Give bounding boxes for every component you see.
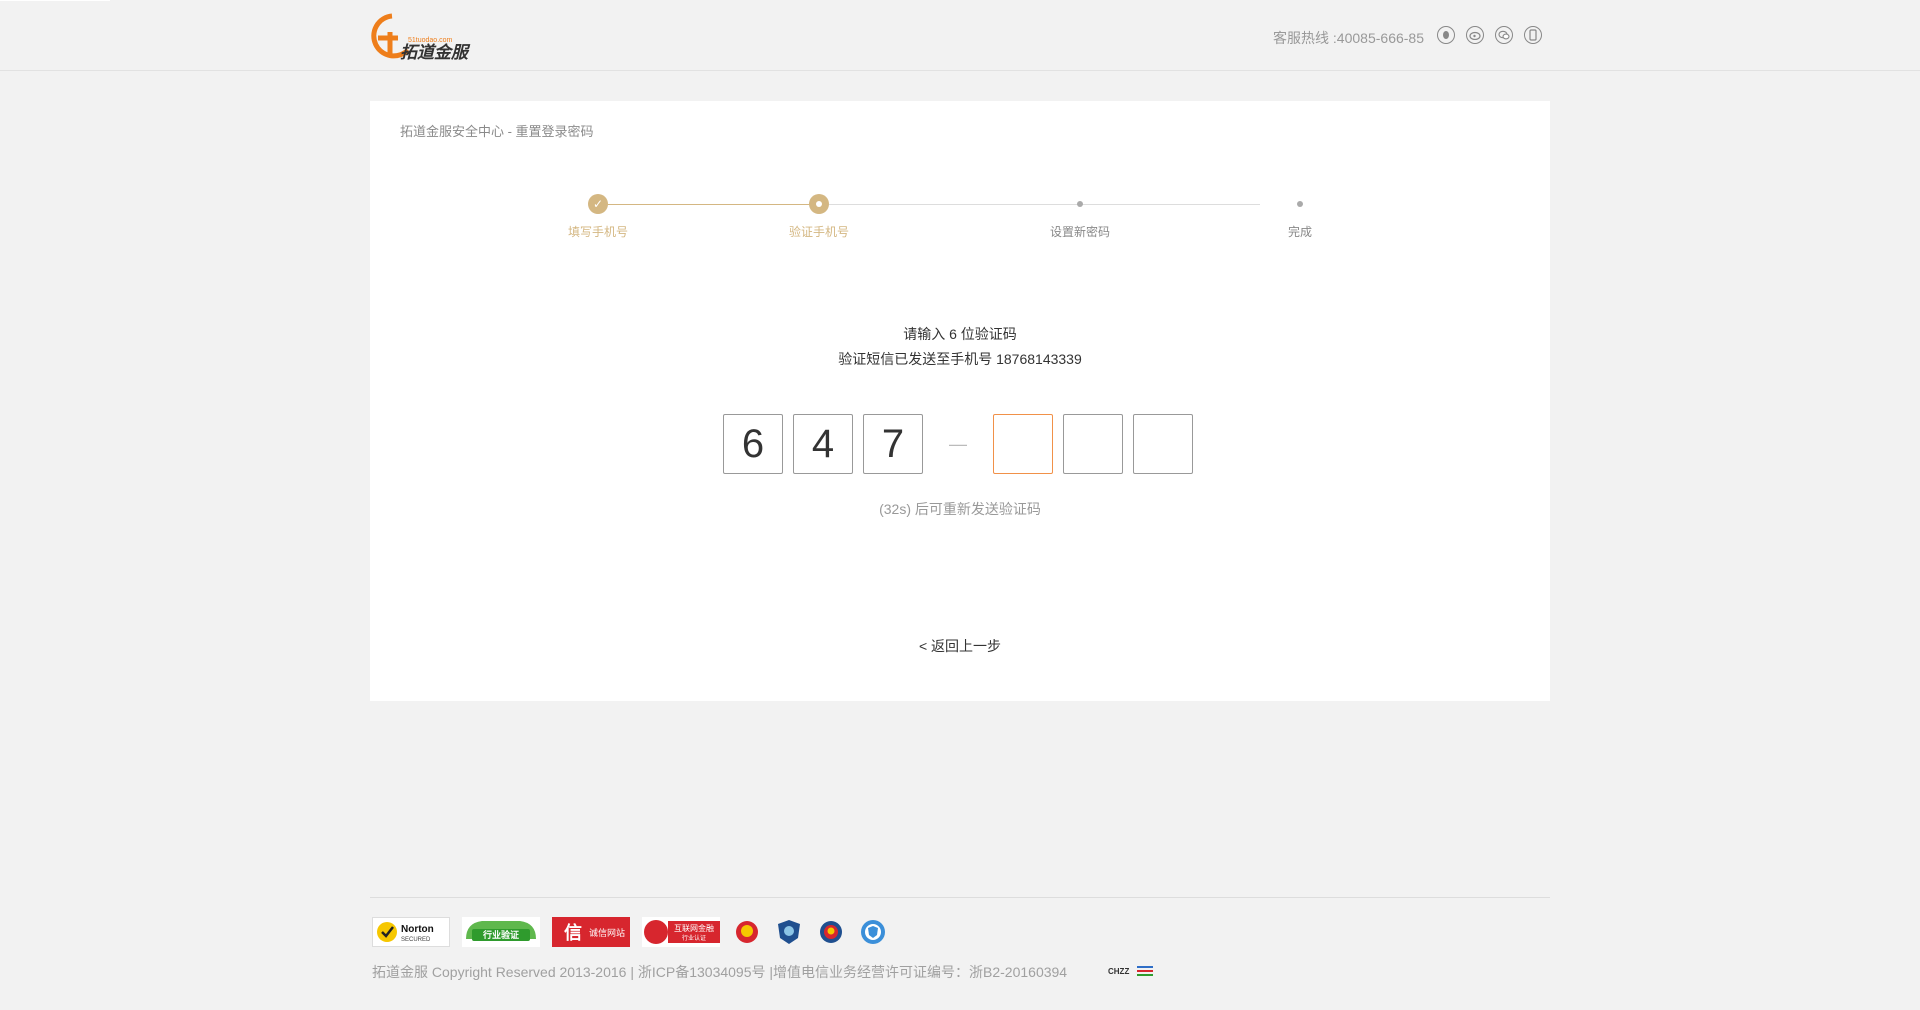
code-digit-4[interactable] <box>993 414 1053 474</box>
svg-text:互联网金融: 互联网金融 <box>674 923 714 933</box>
svg-text:行业认证: 行业认证 <box>682 934 706 942</box>
police-badge-1[interactable] <box>732 917 762 947</box>
step-active-dot-icon <box>809 194 829 214</box>
step-label-4: 完成 <box>1287 225 1313 239</box>
code-digit-1[interactable]: 6 <box>723 414 783 474</box>
industry-verify-badge[interactable]: 行业验证 <box>462 917 540 947</box>
credit-site-badge[interactable]: 信 诚信网站 <box>552 917 630 947</box>
code-digit-3[interactable]: 7 <box>863 414 923 474</box>
step-label-1: 填写手机号 <box>567 225 629 239</box>
top-progress-line <box>0 0 110 1</box>
code-prompt: 请输入 6 位验证码 <box>903 326 1017 342</box>
step-track-done <box>598 204 819 205</box>
shield-badge[interactable] <box>774 917 804 947</box>
reset-password-card: 拓道金服安全中心 - 重置登录密码 ✓ 填写手机号 验证手机号 设置新密码 完成… <box>370 101 1550 701</box>
code-digit-5[interactable] <box>1063 414 1123 474</box>
logo-mark-icon: 51tuodao.com 拓道金服 <box>371 13 471 63</box>
copyright: 拓道金服 Copyright Reserved 2013-2016 | 浙ICP… <box>372 964 1068 980</box>
footer-divider <box>370 897 1550 898</box>
step-track-todo <box>819 204 1260 205</box>
step-label-2: 验证手机号 <box>788 225 850 239</box>
social-links <box>1437 26 1542 44</box>
flag-icon[interactable] <box>1137 966 1154 976</box>
svg-text:拓道金服: 拓道金服 <box>400 43 471 63</box>
mobile-icon[interactable] <box>1524 26 1542 44</box>
wechat-icon[interactable] <box>1495 26 1513 44</box>
footer-tiny-logos: CHZZ <box>1108 966 1154 976</box>
progress-steps: ✓ 填写手机号 验证手机号 设置新密码 完成 <box>370 101 1550 361</box>
security-badge[interactable] <box>858 917 888 947</box>
step-done-check-icon: ✓ <box>588 194 608 214</box>
code-digit-2[interactable]: 4 <box>793 414 853 474</box>
back-link[interactable]: < 返回上一步 <box>370 636 1550 656</box>
svg-text:Norton: Norton <box>401 924 434 935</box>
sms-sent-notice: 验证短信已发送至手机号 18768143339 <box>838 351 1082 367</box>
norton-badge[interactable]: Norton SECURED <box>372 917 450 947</box>
police-badge-2[interactable] <box>816 917 846 947</box>
svg-text:行业验证: 行业验证 <box>482 929 519 941</box>
top-header: 51tuodao.com 拓道金服 客服热线 :40085-666-85 <box>0 0 1920 71</box>
code-digit-6[interactable] <box>1133 414 1193 474</box>
verification-code-inputs: 6 4 7 — <box>723 414 1193 474</box>
internet-finance-badge[interactable]: 互联网金融 行业认证 <box>642 917 720 947</box>
weibo-icon[interactable] <box>1466 26 1484 44</box>
svg-text:SECURED: SECURED <box>401 937 431 943</box>
trust-badges: Norton SECURED 行业验证 信 诚信网站 互联网金融 行业认证 <box>372 917 888 947</box>
step-todo-dot-icon <box>1297 201 1303 207</box>
svg-text:诚信网站: 诚信网站 <box>589 927 625 939</box>
code-separator: — <box>949 433 967 454</box>
step-label-3: 设置新密码 <box>1049 225 1111 239</box>
logo[interactable]: 51tuodao.com 拓道金服 <box>368 12 478 64</box>
step-todo-dot-icon <box>1077 201 1083 207</box>
resend-countdown: (32s) 后可重新发送验证码 <box>879 501 1041 517</box>
customer-hotline: 客服热线 :40085-666-85 <box>1273 30 1424 46</box>
chzz-logo[interactable]: CHZZ <box>1108 967 1129 976</box>
svg-text:信: 信 <box>564 922 582 944</box>
qq-icon[interactable] <box>1437 26 1455 44</box>
